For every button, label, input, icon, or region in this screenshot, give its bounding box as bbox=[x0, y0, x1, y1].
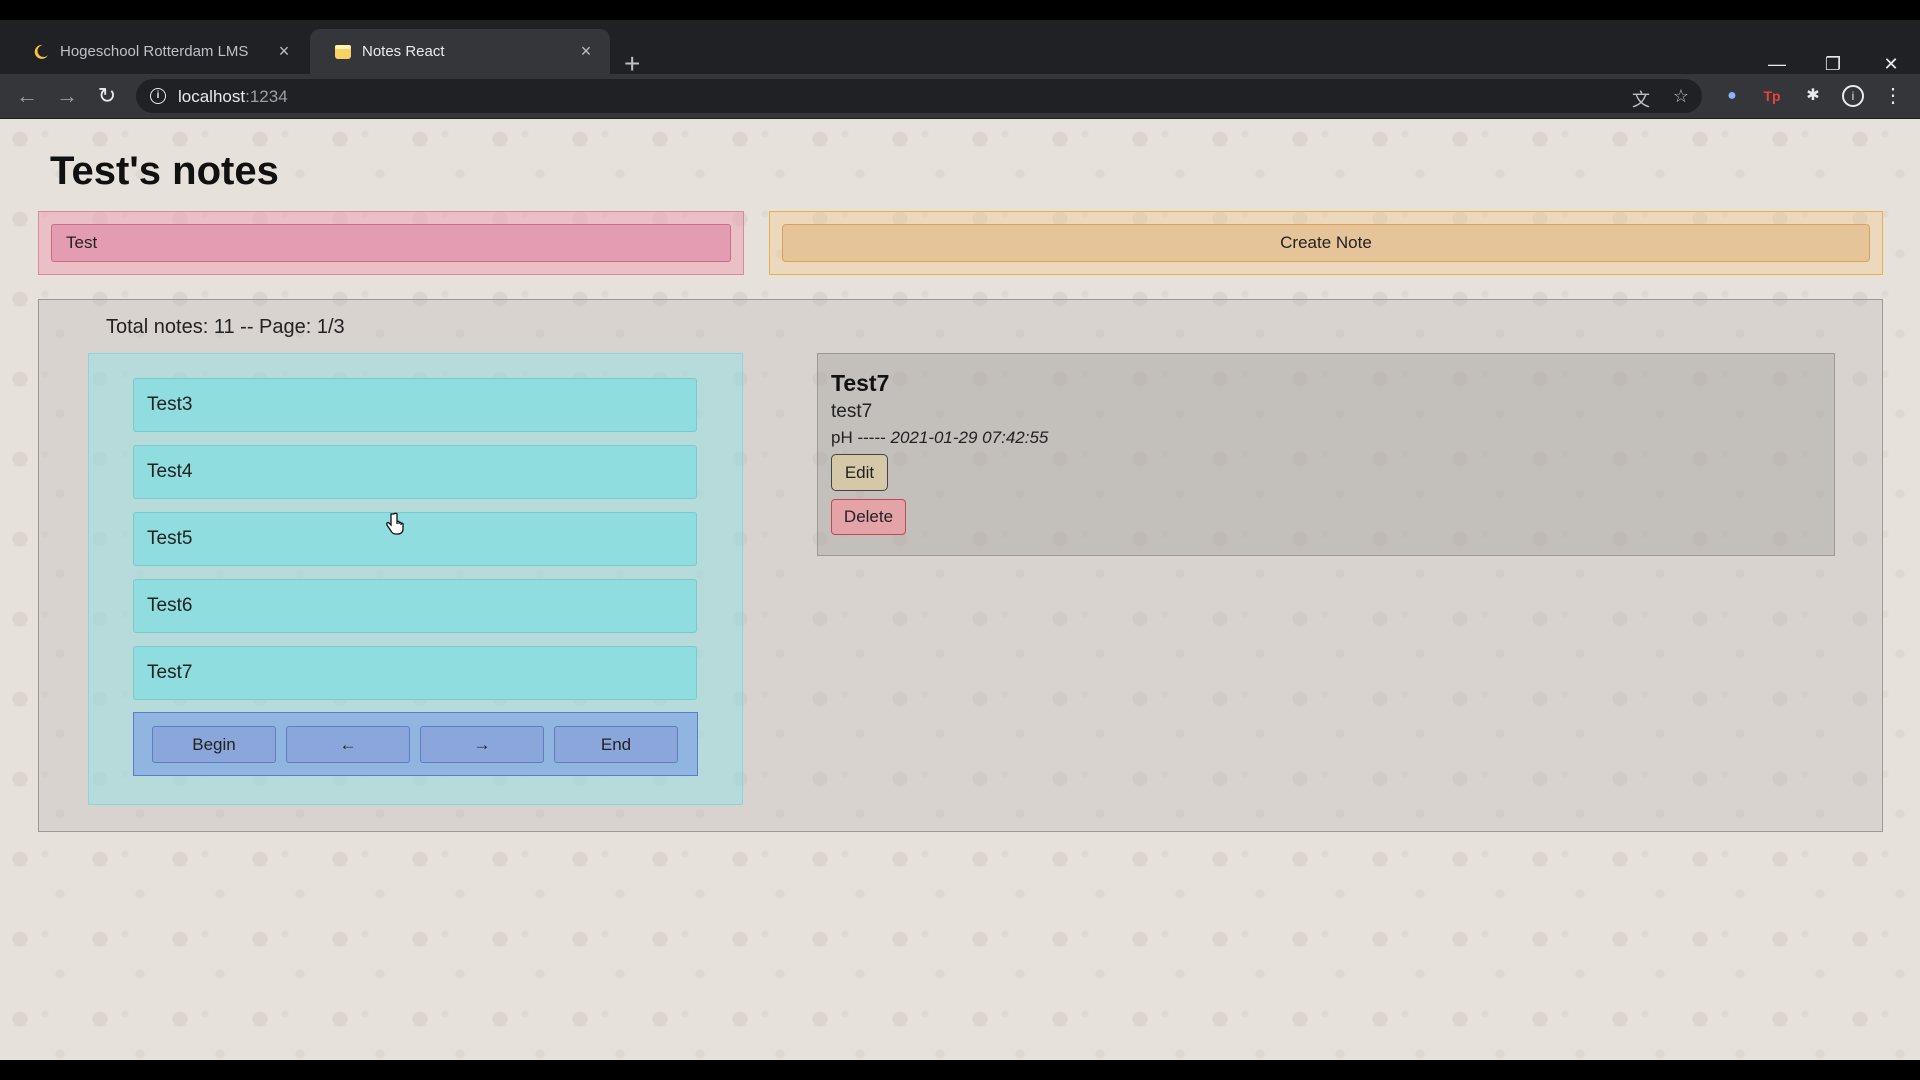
browser-toolbar: ← → ↻ i localhost:1234 ⽂ ☆ ● Tp ✱ i ⋮ bbox=[0, 74, 1920, 119]
next-page-button[interactable]: → bbox=[420, 726, 544, 763]
url-port: :1234 bbox=[245, 87, 288, 106]
note-detail-panel: Test7 test7 pH ----- 2021-01-29 07:42:55… bbox=[817, 353, 1835, 556]
note-list-item[interactable]: Test7 bbox=[133, 646, 697, 700]
reload-icon[interactable]: ↻ bbox=[93, 82, 121, 110]
address-url: localhost:1234 bbox=[178, 87, 288, 107]
note-list: Test3 Test4 Test5 Test6 Test7 bbox=[133, 378, 697, 713]
bookmark-star-icon[interactable]: ☆ bbox=[1670, 86, 1692, 107]
note-author: pH ----- bbox=[831, 428, 886, 447]
url-host: localhost bbox=[178, 87, 246, 106]
end-button[interactable]: End bbox=[554, 726, 678, 763]
minimize-icon[interactable]: — bbox=[1762, 54, 1792, 74]
browser-menu-icon[interactable]: ⋮ bbox=[1882, 85, 1904, 107]
profile-avatar-icon[interactable]: i bbox=[1842, 85, 1864, 107]
moon-favicon-icon bbox=[34, 44, 48, 59]
notes-list-panel: Test3 Test4 Test5 Test6 Test7 Begin ← → … bbox=[88, 353, 743, 805]
extension-red-icon[interactable]: Tp bbox=[1761, 85, 1783, 107]
close-tab-icon[interactable]: × bbox=[274, 41, 294, 61]
note-detail-meta: pH ----- 2021-01-29 07:42:55 bbox=[831, 428, 1048, 448]
note-list-item[interactable]: Test3 bbox=[133, 378, 697, 432]
back-icon[interactable]: ← bbox=[13, 82, 41, 110]
create-note-container: Create Note bbox=[769, 211, 1883, 275]
notes-panel: Total notes: 11 -- Page: 1/3 Test3 Test4… bbox=[38, 299, 1883, 832]
tab-notes-react[interactable]: Notes React × bbox=[310, 29, 610, 74]
note-detail-body: test7 bbox=[831, 401, 873, 422]
tab-title: Notes React bbox=[362, 43, 445, 60]
app-page: Test's notes Create Note Total notes: 11… bbox=[0, 119, 1920, 1060]
extension-circle-icon[interactable]: ● bbox=[1721, 85, 1743, 107]
forward-icon[interactable]: → bbox=[53, 82, 81, 110]
note-date: 2021-01-29 07:42:55 bbox=[890, 428, 1049, 447]
note-list-item[interactable]: Test4 bbox=[133, 445, 697, 499]
note-input-container bbox=[38, 211, 744, 275]
create-note-button[interactable]: Create Note bbox=[782, 224, 1870, 262]
address-bar[interactable]: i localhost:1234 ⽂ ☆ bbox=[136, 79, 1702, 113]
close-tab-icon[interactable]: × bbox=[576, 41, 596, 61]
previous-page-button[interactable]: ← bbox=[286, 726, 410, 763]
tab-hogeschool-lms[interactable]: Hogeschool Rotterdam LMS × bbox=[8, 29, 308, 74]
site-info-icon[interactable]: i bbox=[150, 88, 166, 104]
tab-title: Hogeschool Rotterdam LMS bbox=[60, 43, 249, 60]
edit-note-button[interactable]: Edit bbox=[831, 454, 888, 491]
note-list-item[interactable]: Test6 bbox=[133, 579, 697, 633]
note-list-item[interactable]: Test5 bbox=[133, 512, 697, 566]
close-window-icon[interactable]: ✕ bbox=[1876, 54, 1906, 74]
hand-cursor-icon bbox=[386, 512, 404, 535]
screen-top-border bbox=[0, 0, 1920, 20]
notes-favicon-icon bbox=[335, 45, 351, 59]
extensions-puzzle-icon[interactable]: ✱ bbox=[1802, 85, 1824, 107]
pagination-bar: Begin ← → End bbox=[133, 712, 698, 776]
note-title-input[interactable] bbox=[51, 224, 731, 262]
begin-button[interactable]: Begin bbox=[152, 726, 276, 763]
screen-bottom-border bbox=[0, 1060, 1920, 1080]
page-title: Test's notes bbox=[50, 149, 279, 193]
browser-tab-strip: Hogeschool Rotterdam LMS × Notes React ×… bbox=[0, 20, 1920, 78]
translate-icon[interactable]: ⽂ bbox=[1630, 86, 1652, 112]
restore-icon[interactable]: ❐ bbox=[1818, 54, 1848, 74]
delete-note-button[interactable]: Delete bbox=[831, 499, 906, 535]
total-notes-text: Total notes: 11 -- Page: 1/3 bbox=[106, 316, 345, 338]
note-detail-title: Test7 bbox=[831, 370, 890, 396]
